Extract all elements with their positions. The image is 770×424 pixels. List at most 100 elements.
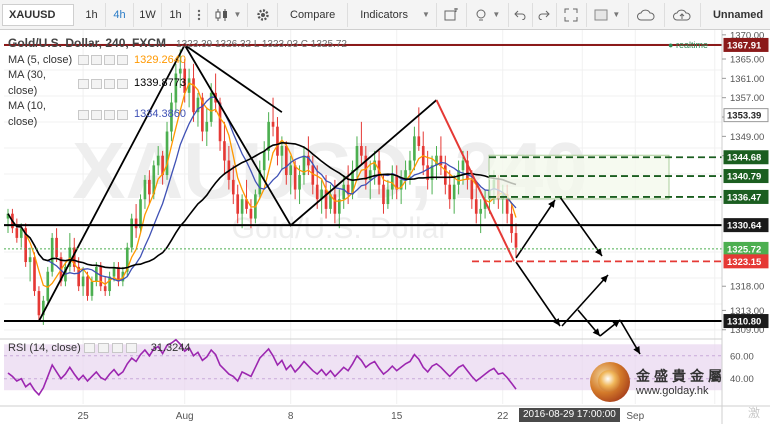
eye-icon[interactable]: [78, 109, 89, 120]
close-icon[interactable]: [104, 55, 115, 66]
candle-body: [368, 170, 372, 180]
rect-icon: [594, 9, 608, 20]
candle-body: [81, 276, 85, 287]
settings-icon[interactable]: [91, 78, 102, 89]
candle-body: [443, 165, 447, 185]
ma5-label: MA (5, close): [8, 53, 73, 66]
settings-button[interactable]: [248, 2, 278, 27]
close-icon[interactable]: [111, 343, 123, 353]
settings-icon[interactable]: [97, 343, 109, 353]
candle-body: [108, 276, 111, 292]
load-chart-button[interactable]: [629, 2, 665, 27]
settings-icon[interactable]: [91, 55, 102, 66]
price-badge-label: 1340.79: [727, 172, 761, 183]
candle-body: [360, 146, 363, 156]
rsi-value: 31.3244: [150, 342, 191, 354]
candle-body: [289, 165, 293, 176]
rsi-label: RSI (14, close): [8, 342, 81, 354]
ma10-label: MA (10, close): [8, 100, 46, 128]
close-icon[interactable]: [104, 109, 115, 120]
crosshair-date-badge: 2016-08-29 17:00:00: [519, 408, 620, 422]
candle-body: [284, 146, 288, 176]
price-badge-label: 1323.15: [727, 257, 762, 268]
eye-icon[interactable]: [78, 55, 89, 66]
price-badge-label: 1344.68: [727, 153, 761, 164]
layout-name-button[interactable]: Unnamed: [708, 3, 768, 27]
eye-icon[interactable]: [83, 343, 95, 353]
candle-body: [28, 257, 32, 263]
golday-logo: 金盛貴金屬 www.golday.hk: [590, 362, 730, 404]
candle-body: [86, 276, 89, 296]
price-badge-label: 1336.47: [727, 192, 761, 203]
alert-icon: [444, 7, 459, 20]
price-badge-label: 1367.91: [727, 40, 762, 51]
symbol-title: Gold/U.S. Dollar, 240, FXCM 1323.39 1326.…: [8, 36, 347, 53]
price-tick-label: 1318.00: [730, 282, 764, 293]
legend-ma5[interactable]: MA (5, close) 1329.2640: [8, 53, 347, 69]
realtime-dot-icon: ●: [668, 40, 674, 50]
candle-body: [417, 136, 421, 147]
candle-body: [148, 179, 151, 195]
resolution-label: 1h: [85, 8, 98, 21]
resolution-label: 1h: [169, 8, 182, 21]
undo-button[interactable]: [509, 2, 533, 27]
watermark-name: Gold/U.S. Dollar: [232, 212, 449, 245]
legend-ma30[interactable]: MA (30, close) 1339.8773: [8, 68, 347, 99]
price-badge-label: 1310.80: [727, 317, 761, 328]
candle-body: [461, 160, 465, 171]
candle-body: [408, 160, 412, 171]
candles-icon: [215, 8, 227, 21]
resolution-4h-button[interactable]: 4h: [106, 2, 134, 27]
more-resolutions-button[interactable]: [190, 2, 208, 27]
logo-url: www.golday.hk: [636, 385, 709, 397]
rsi-legend[interactable]: RSI (14, close) 31.3244: [8, 342, 191, 354]
redo-button[interactable]: [533, 2, 557, 27]
candle-body: [448, 184, 452, 200]
candle-body: [510, 213, 513, 234]
close-icon[interactable]: [104, 78, 115, 89]
indicators-button[interactable]: Indicators ▼: [348, 2, 437, 27]
eye-icon[interactable]: [78, 78, 89, 89]
price-tick-label: 1365.00: [730, 55, 764, 66]
candle-body: [236, 194, 240, 214]
realtime-label: realtime: [675, 40, 708, 50]
candle-body: [333, 194, 337, 214]
drawing-toolbar-button[interactable]: ▼: [587, 2, 629, 27]
time-tick-label: 22: [497, 411, 509, 422]
legend-ma10[interactable]: MA (10, close) 1334.3860: [8, 99, 347, 130]
candle-body: [130, 218, 134, 248]
price-tick-label: 1349.00: [730, 132, 764, 143]
fullscreen-button[interactable]: [557, 2, 587, 27]
price-tick-label: 1357.00: [730, 93, 764, 104]
candle-body: [479, 208, 482, 214]
chart-type-button[interactable]: ▼: [208, 2, 248, 27]
save-chart-button[interactable]: [665, 2, 701, 27]
candle-body: [143, 179, 147, 200]
candle-body: [452, 184, 456, 200]
symbol-search-input[interactable]: XAUUSD: [2, 3, 74, 26]
candle-body: [55, 237, 58, 258]
candle-body: [514, 233, 518, 248]
more-icon[interactable]: [117, 109, 128, 120]
candle-body: [386, 189, 390, 205]
resolution-1w-button[interactable]: 1W: [134, 2, 162, 27]
more-icon[interactable]: [117, 78, 128, 89]
more-icon[interactable]: [125, 343, 137, 353]
alert-button[interactable]: [437, 2, 467, 27]
candle-body: [293, 165, 297, 190]
resolution-1h-button[interactable]: 1h: [78, 2, 106, 27]
more-icon[interactable]: [117, 55, 128, 66]
candle-body: [249, 208, 253, 219]
candle-body: [298, 175, 301, 190]
compare-button[interactable]: Compare: [278, 2, 349, 27]
resolution-1h-alt-button[interactable]: 1h: [162, 2, 190, 27]
rsi-tick-label: 60.00: [730, 351, 754, 362]
candle-body: [474, 199, 478, 214]
more-vert-icon: [197, 9, 200, 20]
time-tick-label: Sep: [626, 411, 644, 422]
ideas-button[interactable]: ▼: [467, 2, 509, 27]
chevron-down-icon: ▼: [421, 10, 430, 19]
settings-icon[interactable]: [91, 109, 102, 120]
candle-body: [95, 266, 98, 282]
time-tick-label: 25: [78, 411, 90, 422]
